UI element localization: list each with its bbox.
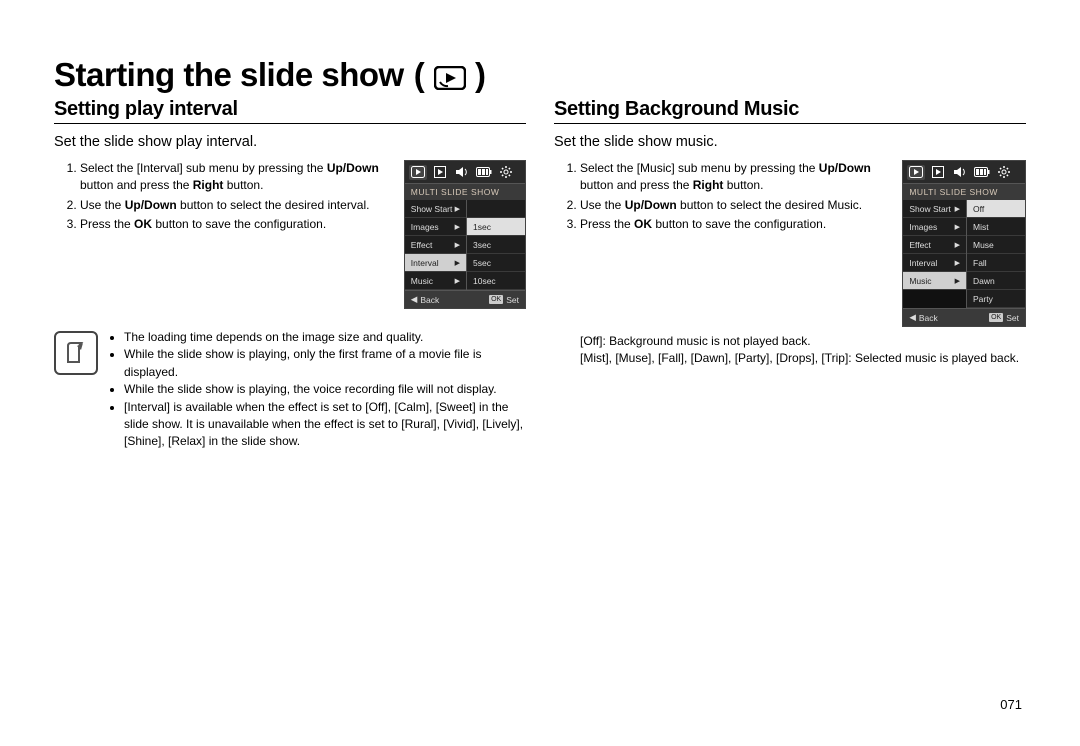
note-item: While the slide show is playing, only th… bbox=[124, 346, 526, 381]
lead-interval: Set the slide show play interval. bbox=[54, 134, 526, 150]
footer-set-music: OK Set bbox=[989, 313, 1019, 323]
subtitle-interval: Setting play interval bbox=[54, 98, 526, 124]
step-2-interval: Use the Up/Down button to select the des… bbox=[80, 197, 394, 214]
screen-header-music: MULTI SLIDE SHOW bbox=[903, 184, 1025, 200]
step-1-music: Select the [Music] sub menu by pressing … bbox=[580, 160, 892, 195]
menu-right-music: Off Mist Muse Fall Dawn Party bbox=[967, 200, 1025, 308]
footer-back-interval: ◀ Back bbox=[411, 294, 439, 305]
music-note-off: [Off]: Background music is not played ba… bbox=[580, 333, 1026, 350]
slideshow-icon bbox=[434, 66, 466, 90]
menu-right-interval: 1sec 3sec 5sec 10sec bbox=[467, 200, 525, 290]
screen-music: MULTI SLIDE SHOW Show Start▶ Images▶ Eff… bbox=[902, 160, 1026, 327]
top-icon-play bbox=[929, 165, 947, 180]
step-2-music: Use the Up/Down button to select the des… bbox=[580, 197, 892, 214]
top-icon-gear bbox=[497, 165, 515, 180]
left-column: Setting play interval Set the slide show… bbox=[54, 98, 526, 451]
note-item: The loading time depends on the image si… bbox=[124, 329, 526, 346]
top-icon-gear bbox=[995, 165, 1013, 180]
music-notes: [Off]: Background music is not played ba… bbox=[554, 333, 1026, 368]
note-item: [Interval] is available when the effect … bbox=[124, 399, 526, 451]
right-column: Setting Background Music Set the slide s… bbox=[554, 98, 1026, 451]
screen-header-interval: MULTI SLIDE SHOW bbox=[405, 184, 525, 200]
menu-left-music: Show Start▶ Images▶ Effect▶ Interval▶ Mu… bbox=[903, 200, 967, 308]
step-3-interval: Press the OK button to save the configur… bbox=[80, 216, 394, 233]
steps-interval: Select the [Interval] sub menu by pressi… bbox=[54, 160, 394, 236]
menu-left-interval: Show Start▶ Images▶ Effect▶ Interval▶ Mu… bbox=[405, 200, 467, 290]
top-icon-play bbox=[431, 165, 449, 180]
page-title: Starting the slide show bbox=[54, 56, 404, 94]
top-icon-slideshow bbox=[409, 165, 427, 180]
music-note-list: [Mist], [Muse], [Fall], [Dawn], [Party],… bbox=[580, 350, 1026, 367]
top-icon-battery bbox=[475, 165, 493, 180]
screen-interval: MULTI SLIDE SHOW Show Start▶ Images▶ Eff… bbox=[404, 160, 526, 309]
subtitle-music: Setting Background Music bbox=[554, 98, 1026, 124]
step-3-music: Press the OK button to save the configur… bbox=[580, 216, 892, 233]
footer-back-music: ◀ Back bbox=[909, 312, 937, 323]
notes-interval: The loading time depends on the image si… bbox=[108, 329, 526, 451]
lead-music: Set the slide show music. bbox=[554, 134, 1026, 150]
top-icon-sound bbox=[453, 165, 471, 180]
note-item: While the slide show is playing, the voi… bbox=[124, 381, 526, 398]
top-icon-sound bbox=[951, 165, 969, 180]
title-icon-paren: ( ) bbox=[414, 56, 486, 94]
page-number: 071 bbox=[1000, 697, 1022, 712]
steps-music: Select the [Music] sub menu by pressing … bbox=[554, 160, 892, 236]
footer-set-interval: OK Set bbox=[489, 295, 519, 305]
step-1-interval: Select the [Interval] sub menu by pressi… bbox=[80, 160, 394, 195]
top-icon-slideshow bbox=[907, 165, 925, 180]
note-icon bbox=[54, 331, 98, 375]
top-icon-battery bbox=[973, 165, 991, 180]
